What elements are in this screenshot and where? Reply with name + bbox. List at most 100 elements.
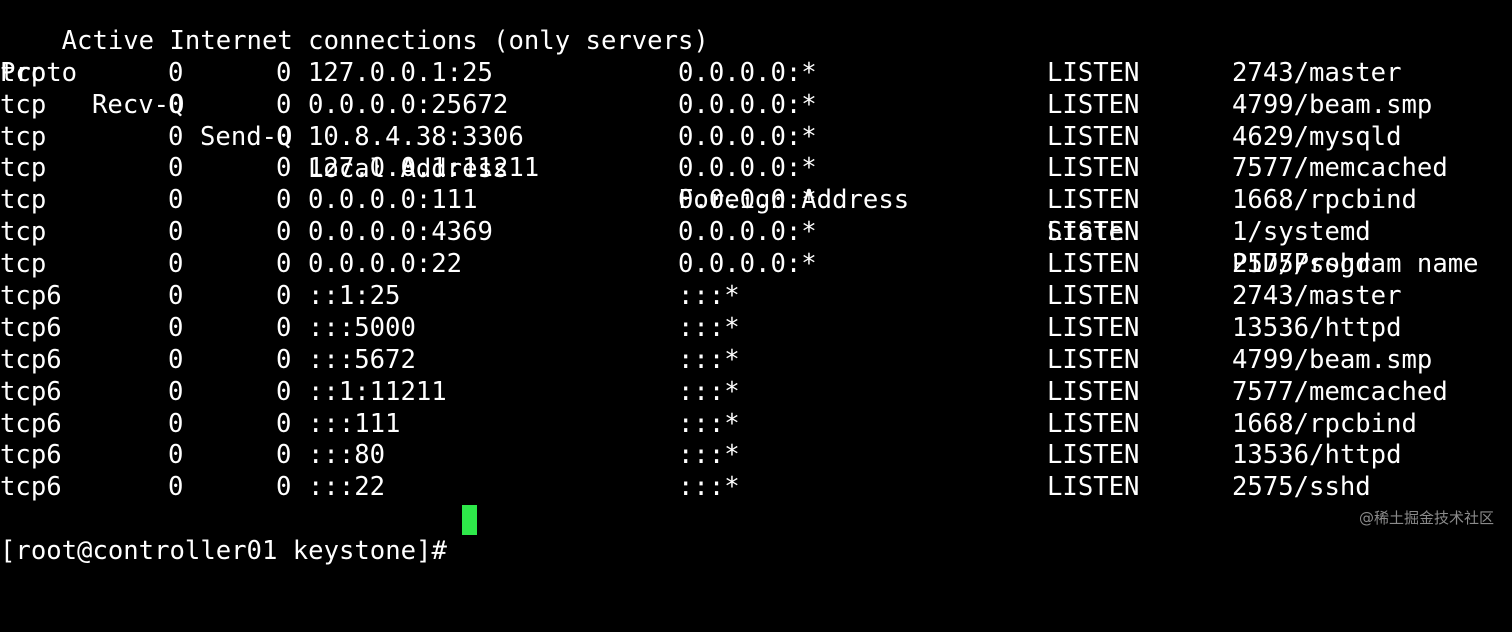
row-foreign-address: 0.0.0.0:* — [678, 249, 817, 280]
table-row: tcp6 0 0::1:25:::* LISTEN 2743/master — [0, 281, 1512, 313]
row-state: LISTEN — [1047, 121, 1140, 152]
row-pid-program: 7577/memcached — [1232, 376, 1448, 407]
table-row: tcp6 0 0:::5000:::* LISTEN 13536/httpd — [0, 313, 1512, 345]
row-recv-q: 0 — [168, 57, 184, 88]
row-local-address: ::1:11211 — [308, 376, 447, 407]
row-pid-program: 4799/beam.smp — [1232, 344, 1433, 375]
row-send-q: 0 — [276, 281, 292, 312]
row-state: LISTEN — [1047, 440, 1140, 471]
row-pid-program: 2743/master — [1232, 57, 1402, 88]
table-row: tcp 0 0 0.0.0.0:22 0.0.0.0:* LISTEN 2575/sshd — [0, 249, 1512, 281]
table-row: tcp 0 0 10.8.4.38:3306 0.0.0.0:* LISTEN 4629/m… — [0, 122, 1512, 154]
row-send-q: 0 — [276, 376, 292, 407]
shell-prompt: [root@controller01 keystone]# — [0, 536, 463, 567]
row-proto: tcp6 — [0, 440, 62, 471]
row-local-address: 10.8.4.38:3306 — [308, 121, 524, 152]
row-recv-q: 0 — [168, 376, 184, 407]
row-pid-program: 4799/beam.smp — [1232, 89, 1433, 120]
row-local-address: :::80 — [308, 440, 386, 471]
row-pid-program: 13536/httpd — [1232, 440, 1402, 471]
row-proto: tcp — [0, 89, 47, 120]
row-proto: tcp — [0, 153, 47, 184]
table-row: tcp6 0 0:::111:::* LISTEN 1668/rpcbind — [0, 409, 1512, 441]
row-state: LISTEN — [1047, 344, 1140, 375]
table-row: tcp 0 0 127.0.0.1:11211 0.0.0.0:* LISTEN 7577/… — [0, 153, 1512, 185]
table-row: tcp 0 0 0.0.0.0:4369 0.0.0.0:* LISTEN 1/system… — [0, 217, 1512, 249]
row-local-address: 127.0.0.1:25 — [308, 57, 493, 88]
row-state: LISTEN — [1047, 281, 1140, 312]
row-recv-q: 0 — [168, 185, 184, 216]
row-proto: tcp6 — [0, 281, 62, 312]
row-proto: tcp — [0, 185, 47, 216]
row-send-q: 0 — [276, 408, 292, 439]
row-pid-program: 13536/httpd — [1232, 312, 1402, 343]
row-proto: tcp6 — [0, 408, 62, 439]
row-recv-q: 0 — [168, 217, 184, 248]
row-foreign-address: 0.0.0.0:* — [678, 185, 817, 216]
table-row: tcp6 0 0:::22:::* LISTEN 2575/sshd — [0, 472, 1512, 504]
row-state: LISTEN — [1047, 312, 1140, 343]
row-recv-q: 0 — [168, 281, 184, 312]
row-foreign-address: :::* — [678, 281, 740, 312]
row-pid-program: 1668/rpcbind — [1232, 185, 1417, 216]
row-pid-program: 2575/sshd — [1232, 472, 1371, 503]
row-foreign-address: 0.0.0.0:* — [678, 89, 817, 120]
row-proto: tcp — [0, 249, 47, 280]
row-recv-q: 0 — [168, 153, 184, 184]
shell-prompt-line[interactable]: [root@controller01 keystone]# — [0, 504, 1512, 566]
row-recv-q: 0 — [168, 249, 184, 280]
row-foreign-address: :::* — [678, 344, 740, 375]
row-send-q: 0 — [276, 472, 292, 503]
row-state: LISTEN — [1047, 217, 1140, 248]
row-pid-program: 2743/master — [1232, 281, 1402, 312]
row-state: LISTEN — [1047, 249, 1140, 280]
row-local-address: :::5000 — [308, 312, 416, 343]
row-local-address: :::111 — [308, 408, 401, 439]
row-pid-program: 2575/sshd — [1232, 249, 1371, 280]
row-recv-q: 0 — [168, 89, 184, 120]
row-state: LISTEN — [1047, 376, 1140, 407]
row-send-q: 0 — [276, 185, 292, 216]
row-foreign-address: :::* — [678, 440, 740, 471]
row-proto: tcp6 — [0, 376, 62, 407]
row-pid-program: 1/systemd — [1232, 217, 1371, 248]
row-recv-q: 0 — [168, 312, 184, 343]
row-state: LISTEN — [1047, 57, 1140, 88]
row-foreign-address: :::* — [678, 472, 740, 503]
row-local-address: :::22 — [308, 472, 386, 503]
row-proto: tcp6 — [0, 344, 62, 375]
row-foreign-address: 0.0.0.0:* — [678, 121, 817, 152]
row-send-q: 0 — [276, 217, 292, 248]
row-pid-program: 7577/memcached — [1232, 153, 1448, 184]
watermark: @稀土掘金技术社区 — [1358, 509, 1494, 527]
row-recv-q: 0 — [168, 440, 184, 471]
table-row: tcp 0 0 127.0.0.1:25 0.0.0.0:* LISTEN 2743/mas… — [0, 58, 1512, 90]
table-header: Proto Recv-Q Send-Q Local Address Foreig… — [0, 26, 1512, 279]
row-recv-q: 0 — [168, 121, 184, 152]
row-proto: tcp — [0, 217, 47, 248]
row-foreign-address: 0.0.0.0:* — [678, 153, 817, 184]
row-send-q: 0 — [276, 312, 292, 343]
row-state: LISTEN — [1047, 89, 1140, 120]
terminal-window[interactable]: Active Internet connections (only server… — [0, 0, 1512, 566]
row-local-address: 127.0.0.1:11211 — [308, 153, 540, 184]
row-recv-q: 0 — [168, 344, 184, 375]
row-local-address: 0.0.0.0:4369 — [308, 217, 493, 248]
row-local-address: 0.0.0.0:111 — [308, 185, 478, 216]
row-send-q: 0 — [276, 153, 292, 184]
row-foreign-address: :::* — [678, 312, 740, 343]
table-row: tcp6 0 0:::5672:::* LISTEN 4799/beam.smp — [0, 345, 1512, 377]
terminal-cursor — [462, 505, 477, 536]
row-state: LISTEN — [1047, 408, 1140, 439]
table-row: tcp6 0 0::1:11211:::* LISTEN 7577/memcached — [0, 377, 1512, 409]
row-send-q: 0 — [276, 440, 292, 471]
row-send-q: 0 — [276, 249, 292, 280]
row-proto: tcp6 — [0, 312, 62, 343]
row-state: LISTEN — [1047, 153, 1140, 184]
output-title: Active Internet connections (only server… — [0, 0, 1512, 56]
row-proto: tcp — [0, 57, 47, 88]
connection-rows: tcp 0 0 127.0.0.1:25 0.0.0.0:* LISTEN 2743/mas… — [0, 58, 1512, 504]
row-foreign-address: 0.0.0.0:* — [678, 217, 817, 248]
row-foreign-address: 0.0.0.0:* — [678, 57, 817, 88]
row-proto: tcp — [0, 121, 47, 152]
